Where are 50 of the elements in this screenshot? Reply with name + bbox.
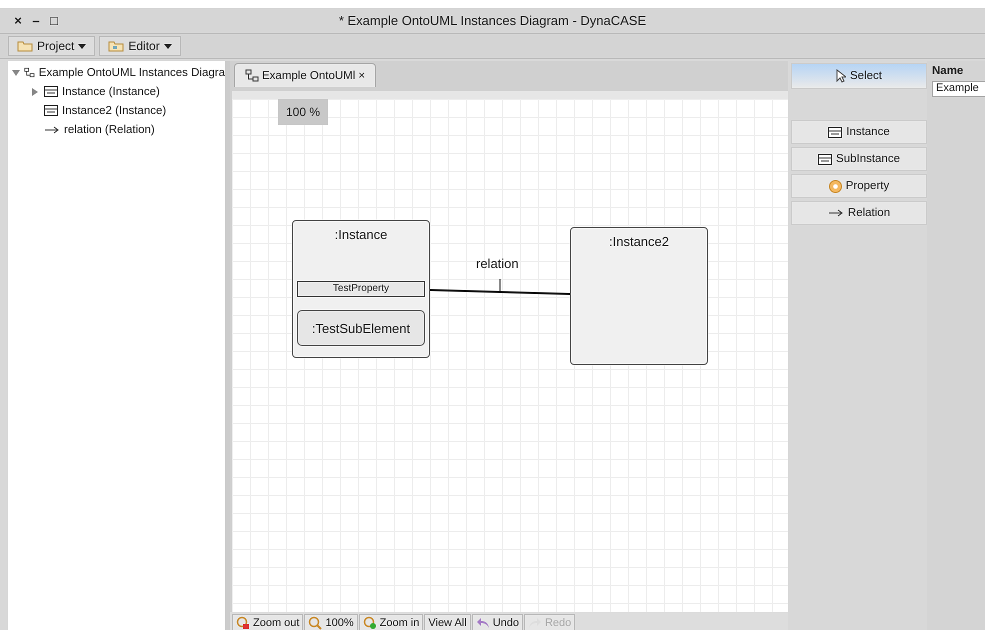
arrow-icon <box>44 126 60 134</box>
name-field[interactable]: Example <box>932 81 985 97</box>
palette-button[interactable]: Property <box>791 174 927 198</box>
magnifier-icon <box>362 616 377 630</box>
palette-button[interactable]: Select <box>791 63 927 89</box>
palette-button[interactable]: Instance <box>791 120 927 144</box>
circle-a-icon <box>828 180 842 192</box>
property-slot: TestProperty <box>297 281 425 297</box>
field-label: Name <box>932 64 964 79</box>
class-box-icon <box>818 154 832 164</box>
palette-button[interactable]: SubInstance <box>791 147 927 171</box>
minimize-button[interactable]: – <box>30 13 42 28</box>
diagram-icon <box>24 66 35 79</box>
editor-tab[interactable]: Example OntoUMl × <box>234 63 376 87</box>
node-title: :Instance <box>334 227 388 242</box>
menu-button[interactable]: Project <box>8 36 96 56</box>
close-button[interactable]: × <box>12 13 24 28</box>
window-title: * Example OntoUML Instances Diagram - DynaCASE <box>338 13 646 28</box>
toolbar-button[interactable]: View All <box>424 614 471 630</box>
sub-element: :TestSubElement <box>297 310 425 346</box>
relation-label: relation <box>476 256 519 271</box>
zoom-level: 100 % <box>278 99 328 125</box>
folder-icon <box>17 40 33 52</box>
folder-icon <box>108 40 124 52</box>
toolbar-button[interactable]: Undo <box>472 614 523 630</box>
caret-icon <box>164 44 172 48</box>
close-icon[interactable]: × <box>358 70 366 82</box>
toolbar-button[interactable]: Zoom out <box>232 614 304 630</box>
tree-item[interactable]: Example OntoUML Instances Diagra <box>38 66 225 78</box>
caret-icon <box>78 44 86 48</box>
maximize-button[interactable]: □ <box>48 13 60 28</box>
node-title: :Instance2 <box>609 234 669 249</box>
arrow-icon <box>828 209 844 217</box>
toolbar-button[interactable]: 100% <box>304 614 358 630</box>
collapse-icon[interactable] <box>12 68 20 78</box>
palette-button[interactable]: Relation <box>791 201 927 225</box>
class-box-icon <box>44 86 58 97</box>
class-box-icon <box>44 105 58 116</box>
cursor-icon <box>836 69 846 83</box>
tree-item[interactable]: Instance2 (Instance) <box>62 104 166 116</box>
magnifier-icon <box>308 616 322 630</box>
class-box-icon <box>828 126 842 138</box>
toolbar-button[interactable]: Zoom in <box>358 614 424 630</box>
diagram-icon <box>245 69 259 82</box>
expand-icon[interactable] <box>30 86 40 96</box>
magnifier-icon <box>236 616 250 630</box>
tree-item[interactable]: Instance (Instance) <box>62 86 160 98</box>
menu-button[interactable]: Editor <box>99 36 181 56</box>
tree-item[interactable]: relation (Relation) <box>64 124 155 136</box>
undo-icon <box>476 617 490 629</box>
